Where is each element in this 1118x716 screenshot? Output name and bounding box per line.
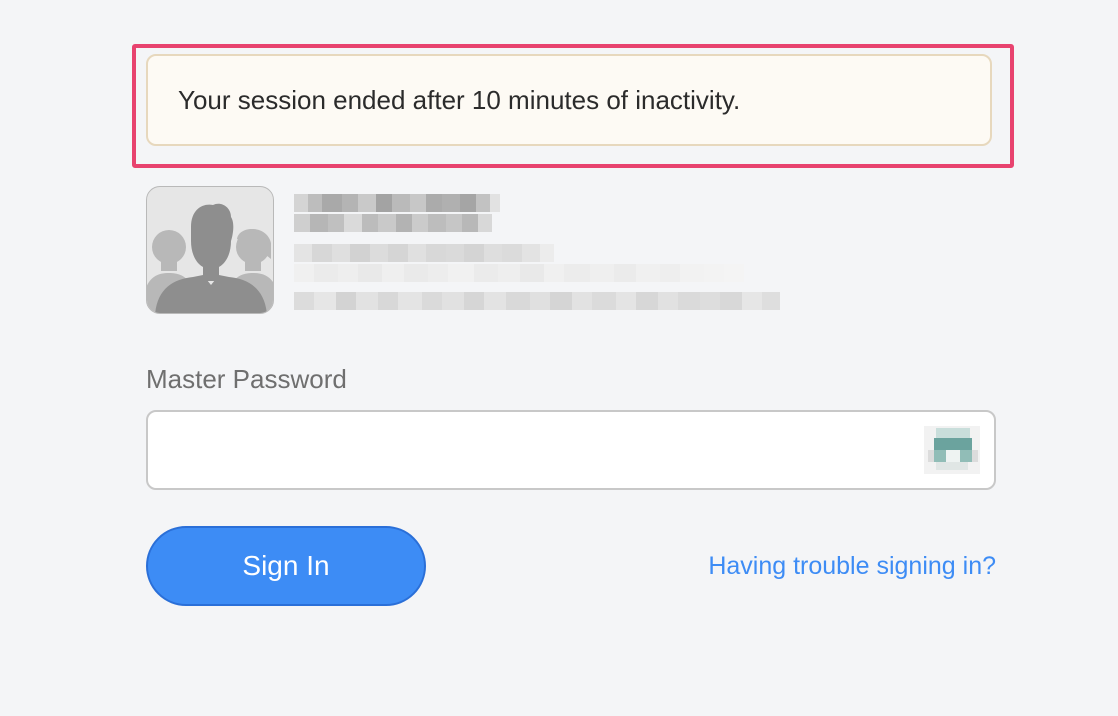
account-email-redacted-2	[294, 264, 744, 282]
session-ended-message: Your session ended after 10 minutes of i…	[178, 84, 741, 115]
user-group-icon	[147, 203, 273, 313]
account-email-redacted	[294, 244, 554, 262]
master-password-label: Master Password	[146, 364, 347, 394]
session-ended-banner: Your session ended after 10 minutes of i…	[146, 54, 992, 146]
account-details-redacted	[294, 188, 844, 316]
password-manager-icon[interactable]	[924, 426, 980, 474]
master-password-input[interactable]	[146, 410, 996, 490]
avatar	[146, 186, 274, 314]
account-name-redacted-2	[294, 214, 492, 232]
sign-in-button[interactable]: Sign In	[146, 526, 426, 606]
trouble-signing-in-link[interactable]: Having trouble signing in?	[708, 552, 996, 581]
account-url-redacted	[294, 292, 780, 310]
account-name-redacted	[294, 194, 500, 212]
